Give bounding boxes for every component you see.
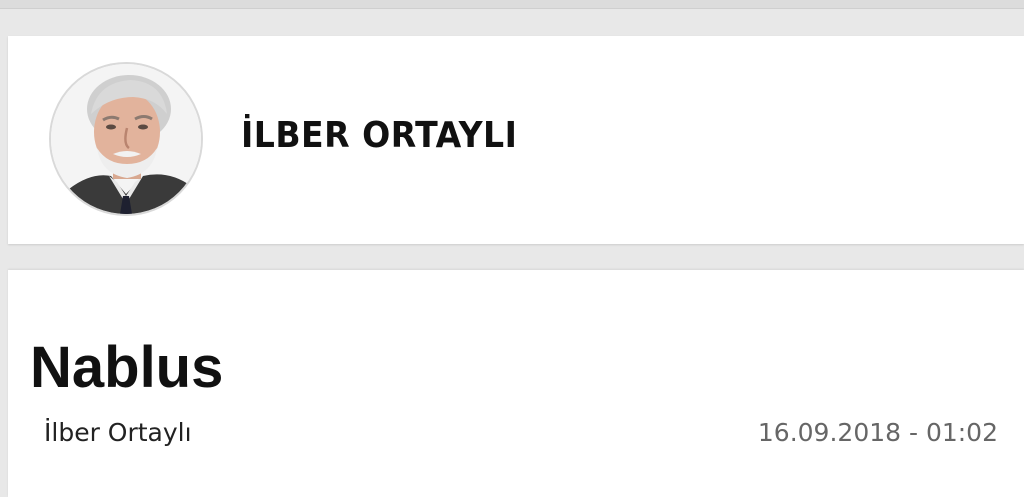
article-card: Nablus İlber Ortaylı 16.09.2018 - 01:02	[8, 270, 1024, 497]
author-avatar[interactable]	[49, 62, 203, 216]
author-header-card[interactable]: İLBER ORTAYLI	[8, 36, 1024, 244]
author-portrait-icon	[51, 64, 201, 214]
top-divider	[0, 0, 1024, 9]
article-byline[interactable]: İlber Ortaylı	[44, 420, 192, 445]
article-date: 16.09.2018 - 01:02	[757, 418, 998, 447]
author-name[interactable]: İLBER ORTAYLI	[241, 118, 517, 154]
article-title: Nablus	[30, 334, 224, 400]
